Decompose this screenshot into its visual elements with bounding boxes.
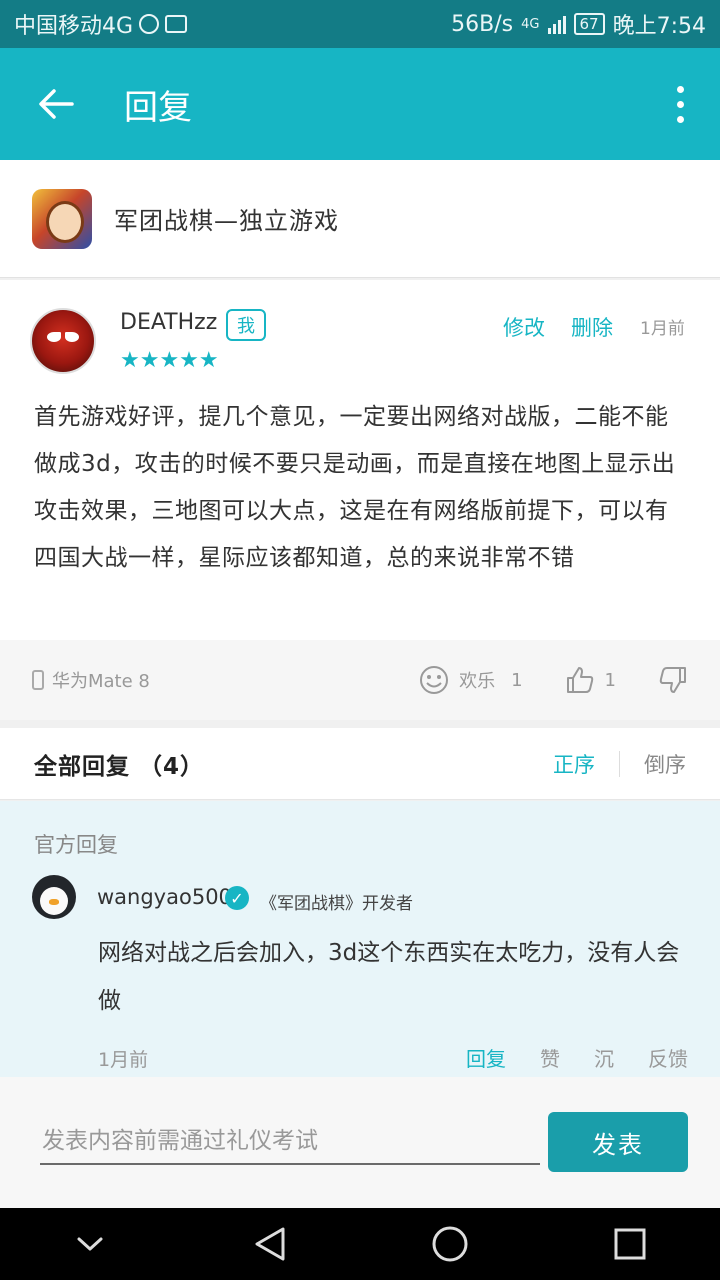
post-button[interactable]: 发表 <box>548 1112 688 1172</box>
feedback-button[interactable]: 反馈 <box>648 1043 688 1072</box>
nav-recents-button[interactable] <box>594 1214 666 1274</box>
sort-divider <box>619 750 620 777</box>
chevron-down-icon <box>77 1237 103 1251</box>
upvote-button[interactable]: 赞 <box>540 1043 560 1072</box>
thumbs-up-icon <box>566 667 593 693</box>
downvote-button[interactable]: 沉 <box>594 1043 614 1072</box>
thumbs-down-icon <box>659 667 686 693</box>
review-meta-bar: 华为Mate 8 欢乐 1 1 <box>0 640 720 720</box>
back-button[interactable] <box>28 76 84 132</box>
funny-count: 1 <box>511 669 523 691</box>
comment-input[interactable] <box>40 1119 540 1165</box>
replies-header: 全部回复 （4） 正序 倒序 <box>0 728 720 800</box>
nav-home-button[interactable] <box>414 1214 486 1274</box>
delete-button[interactable]: 删除 <box>571 312 613 342</box>
funny-button[interactable]: 欢乐 1 <box>419 665 523 695</box>
developer-avatar[interactable] <box>32 875 76 919</box>
developer-name[interactable]: wangyao500 <box>97 885 232 909</box>
network-speed: 56B/s <box>451 11 514 37</box>
sort-descending-button[interactable]: 倒序 <box>644 749 686 779</box>
edit-button[interactable]: 修改 <box>503 312 545 342</box>
composer: 发表 <box>0 1077 720 1208</box>
carrier-label: 中国移动4G <box>14 14 134 39</box>
verified-icon: ✓ <box>225 886 249 910</box>
avatar[interactable] <box>30 308 96 374</box>
circle-home-icon <box>432 1226 468 1262</box>
device-label: 华为Mate 8 <box>52 671 150 692</box>
official-reply: 官方回复 wangyao500 ✓ 《军团战棋》开发者 网络对战之后会加入，3d… <box>0 801 720 1077</box>
square-recents-icon <box>614 1228 646 1260</box>
game-name: 军团战棋—独立游戏 <box>114 207 339 235</box>
app-bar: 回复 <box>0 48 720 160</box>
phone-icon <box>32 670 44 690</box>
developer-tag: 《军团战棋》开发者 <box>260 894 413 914</box>
triangle-back-icon <box>255 1227 285 1261</box>
reply-actions: 回复 赞 沉 反馈 <box>466 1043 688 1072</box>
game-icon <box>32 188 92 249</box>
health-icon <box>165 15 188 33</box>
sort-ascending-button[interactable]: 正序 <box>553 749 595 779</box>
device-info: 华为Mate 8 <box>32 667 150 693</box>
more-menu-button[interactable] <box>677 85 684 123</box>
dislike-button[interactable] <box>658 665 688 695</box>
official-reply-label: 官方回复 <box>34 833 118 857</box>
replies-title: 全部回复 （4） <box>34 753 205 780</box>
game-card[interactable]: 军团战棋—独立游戏 <box>0 160 720 278</box>
nav-collapse-button[interactable] <box>54 1214 126 1274</box>
timer-icon <box>139 14 160 34</box>
review-card: DEATHzz 我 ★★★★★ 修改 删除 1月前 首先游戏好评，提几个意见，一… <box>0 280 720 640</box>
smile-icon <box>420 666 449 694</box>
like-button[interactable]: 1 <box>565 665 616 695</box>
rating-stars: ★★★★★ <box>120 348 219 373</box>
review-username[interactable]: DEATHzz <box>120 310 217 335</box>
review-time: 1月前 <box>640 319 685 339</box>
nav-back-button[interactable] <box>234 1214 306 1274</box>
page-title: 回复 <box>124 87 192 128</box>
signal-icon <box>547 14 566 34</box>
network-type: 4G <box>521 16 540 32</box>
reply-button[interactable]: 回复 <box>466 1043 506 1072</box>
arrow-left-icon <box>39 89 74 119</box>
review-body: 首先游戏好评，提几个意见，一定要出网络对战版，二能不能做成3d，攻击的时候不要只… <box>34 404 676 571</box>
status-bar: 中国移动4G 56B/s 4G 67 晚上7:54 <box>0 0 720 48</box>
more-vertical-icon <box>677 85 684 93</box>
clock: 晚上7:54 <box>612 14 706 39</box>
reply-body: 网络对战之后会加入，3d这个东西实在太吃力，没有人会做 <box>98 940 680 1014</box>
reply-time: 1月前 <box>98 1049 149 1071</box>
battery-icon: 67 <box>573 13 605 35</box>
system-nav-bar <box>0 1208 720 1280</box>
me-badge: 我 <box>226 309 266 341</box>
funny-label: 欢乐 <box>459 671 496 692</box>
like-count: 1 <box>604 669 616 691</box>
